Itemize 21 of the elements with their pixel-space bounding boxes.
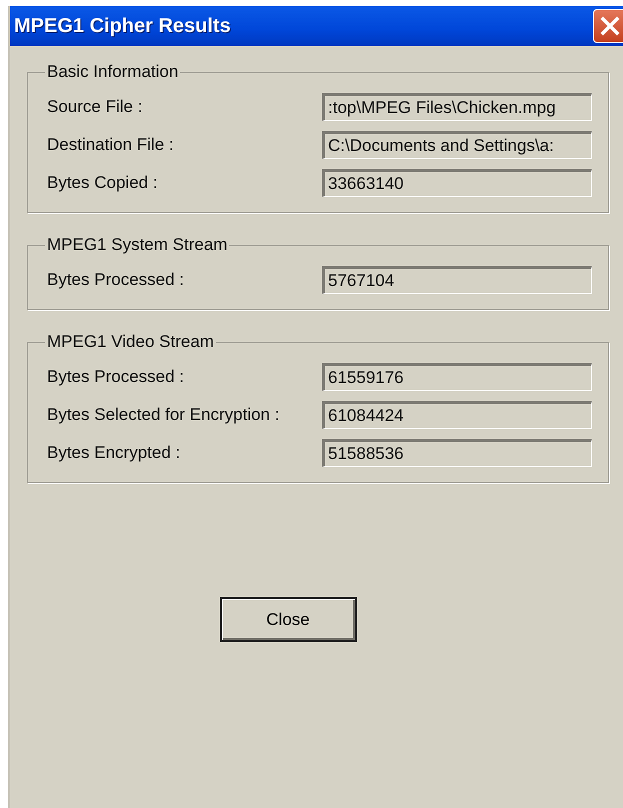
readonly-field[interactable]: :top\MPEG Files\Chicken.mpg [322,93,592,121]
close-icon [599,15,621,37]
readonly-field[interactable]: 61559176 [322,363,592,391]
field-label: Source File : [47,97,144,117]
field-label: Destination File : [47,135,175,155]
field-label: Bytes Processed : [47,270,186,290]
window-title: MPEG1 Cipher Results [14,14,231,38]
readonly-field[interactable]: 51588536 [322,439,592,467]
close-button[interactable] [593,9,623,43]
readonly-field[interactable]: C:\Documents and Settings\a: [322,131,592,159]
group-title: MPEG1 Video Stream [46,332,215,352]
readonly-field[interactable]: 61084424 [322,401,592,429]
close-dialog-button[interactable]: Close [220,597,356,642]
field-label: Bytes Copied : [47,173,159,193]
field-label: Bytes Selected for Encryption : [47,405,280,425]
group-title: Basic Information [46,62,180,82]
field-label: Bytes Processed : [47,367,186,387]
readonly-field[interactable]: 33663140 [322,169,592,197]
field-label: Bytes Encrypted : [47,443,182,463]
readonly-field[interactable]: 5767104 [322,266,592,294]
group-title: MPEG1 System Stream [46,235,228,255]
